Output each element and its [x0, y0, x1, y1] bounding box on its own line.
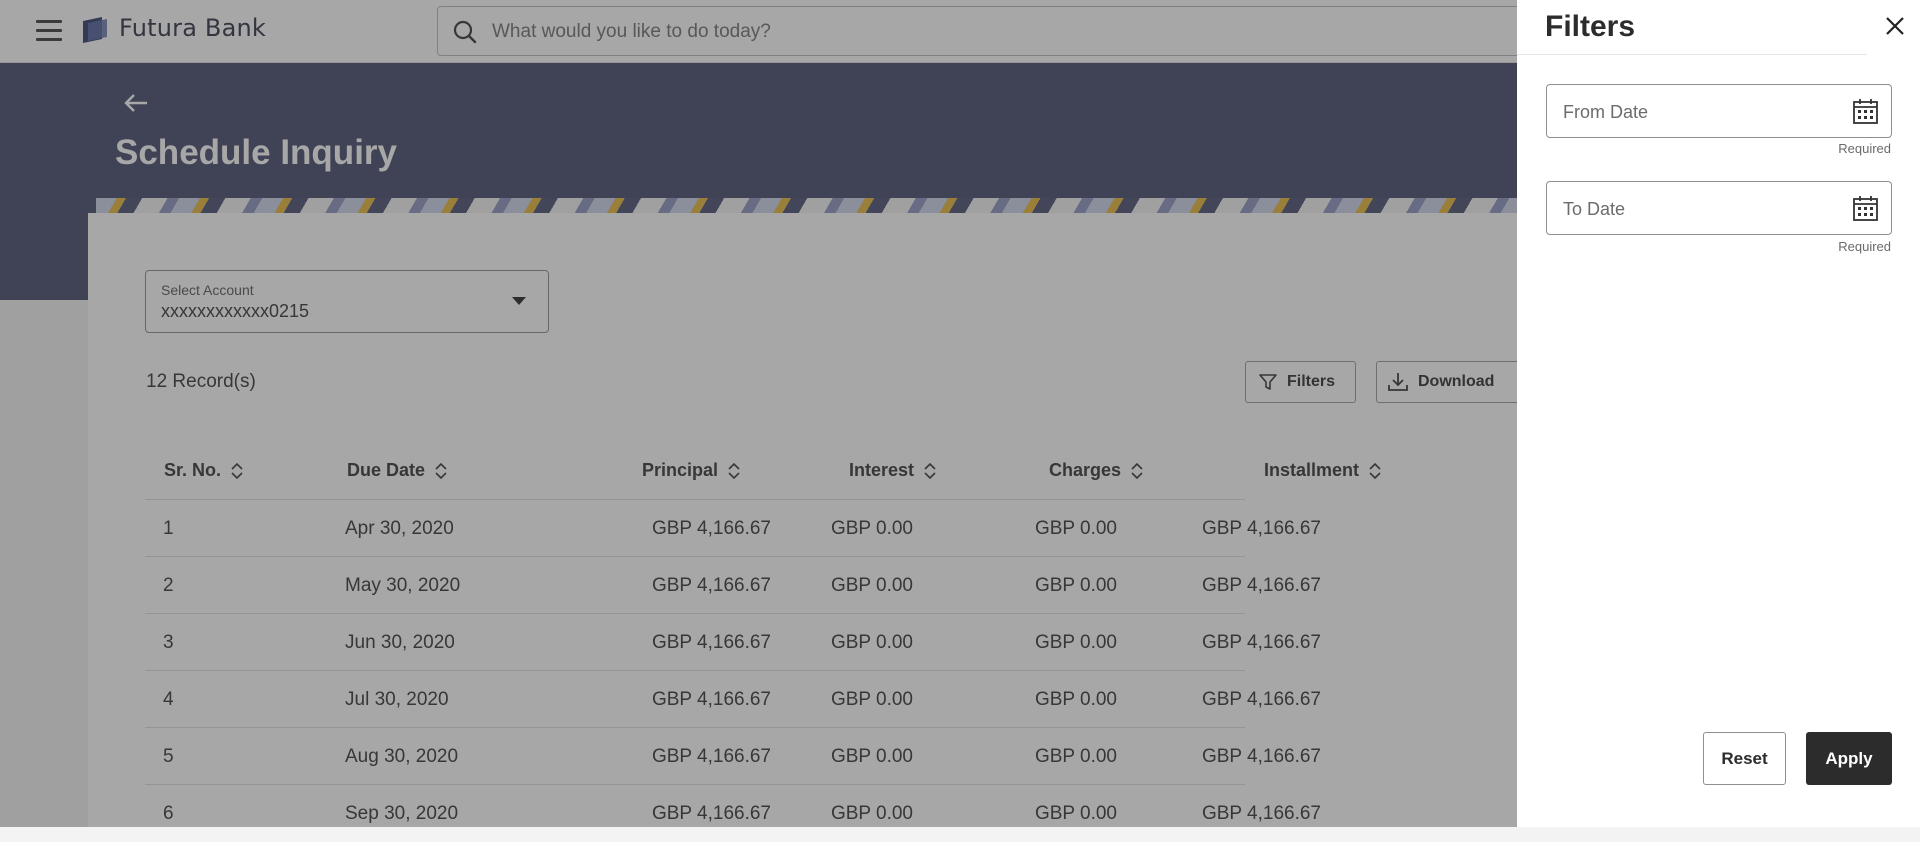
from-date-input[interactable]	[1561, 99, 1845, 125]
to-date-field[interactable]	[1546, 181, 1892, 235]
drawer-title: Filters	[1545, 10, 1636, 43]
calendar-icon[interactable]	[1852, 195, 1879, 222]
close-icon[interactable]	[1884, 15, 1906, 37]
to-date-required-hint: Required	[1838, 239, 1891, 254]
filters-drawer: Filters Required Required Reset Apply	[1517, 0, 1920, 827]
from-date-field[interactable]	[1546, 84, 1892, 138]
calendar-icon[interactable]	[1852, 98, 1879, 125]
reset-button[interactable]: Reset	[1703, 732, 1786, 785]
drawer-divider	[1517, 54, 1867, 55]
to-date-input[interactable]	[1561, 196, 1845, 222]
apply-button[interactable]: Apply	[1806, 732, 1892, 785]
modal-overlay[interactable]	[0, 0, 1517, 827]
from-date-required-hint: Required	[1838, 141, 1891, 156]
